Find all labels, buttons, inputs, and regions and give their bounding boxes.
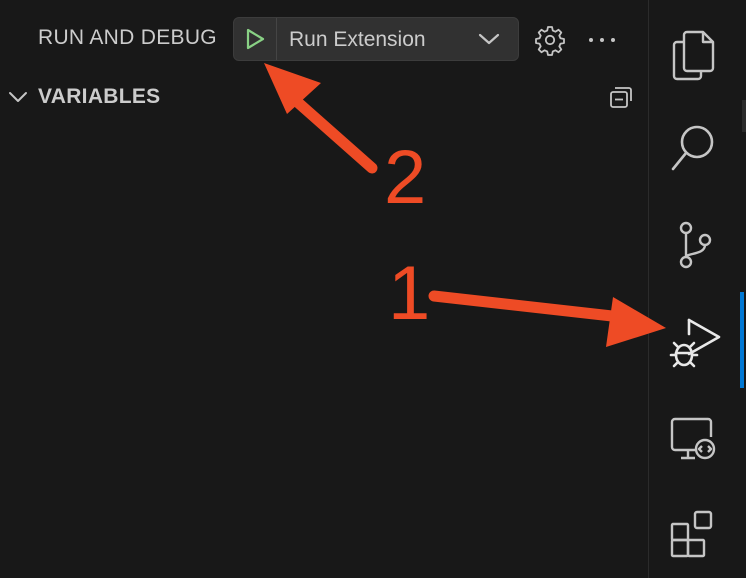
ellipsis-icon <box>589 38 615 42</box>
variables-tree <box>0 114 648 578</box>
variables-section-title: VARIABLES <box>38 85 161 108</box>
source-control-icon <box>679 221 712 269</box>
run-debug-icon <box>669 318 721 368</box>
annotation-label-2: 2 <box>384 135 427 220</box>
collapse-all-button[interactable] <box>606 82 636 112</box>
launch-config-label: Run Extension <box>289 28 426 51</box>
panel-title: RUN AND DEBUG <box>38 26 217 49</box>
open-launch-json-button[interactable] <box>534 24 566 56</box>
chevron-down-icon <box>478 33 500 45</box>
extensions-icon <box>670 510 713 558</box>
activity-source-control[interactable] <box>649 198 741 288</box>
annotation-label-1: 1 <box>388 251 431 336</box>
launch-configuration-picker: Run Extension <box>233 17 519 61</box>
active-view-indicator <box>740 292 744 388</box>
gear-icon <box>535 26 565 56</box>
activity-extensions[interactable] <box>649 490 741 578</box>
files-icon <box>672 30 715 81</box>
start-debugging-button[interactable] <box>234 18 276 60</box>
more-actions-button[interactable] <box>586 26 618 54</box>
collapse-all-icon <box>610 87 632 108</box>
activity-run-and-debug[interactable] <box>649 296 741 386</box>
run-and-debug-panel: RUN AND DEBUG Run Extension VARIABLES <box>0 0 648 578</box>
remote-explorer-icon <box>670 417 716 460</box>
chevron-down-icon <box>9 92 27 102</box>
launch-config-select[interactable]: Run Extension <box>277 18 518 60</box>
variables-section-header[interactable]: VARIABLES <box>0 80 648 114</box>
play-icon <box>246 28 265 50</box>
panel-header: RUN AND DEBUG Run Extension <box>0 0 648 80</box>
activity-bar <box>649 0 746 578</box>
activity-search[interactable] <box>649 102 741 192</box>
vscode-window: RUN AND DEBUG Run Extension VARIABLES 1 … <box>0 0 746 578</box>
scrollbar-marker <box>742 100 746 132</box>
search-icon <box>671 125 714 171</box>
activity-explorer[interactable] <box>649 6 741 96</box>
activity-remote-explorer[interactable] <box>649 394 741 484</box>
